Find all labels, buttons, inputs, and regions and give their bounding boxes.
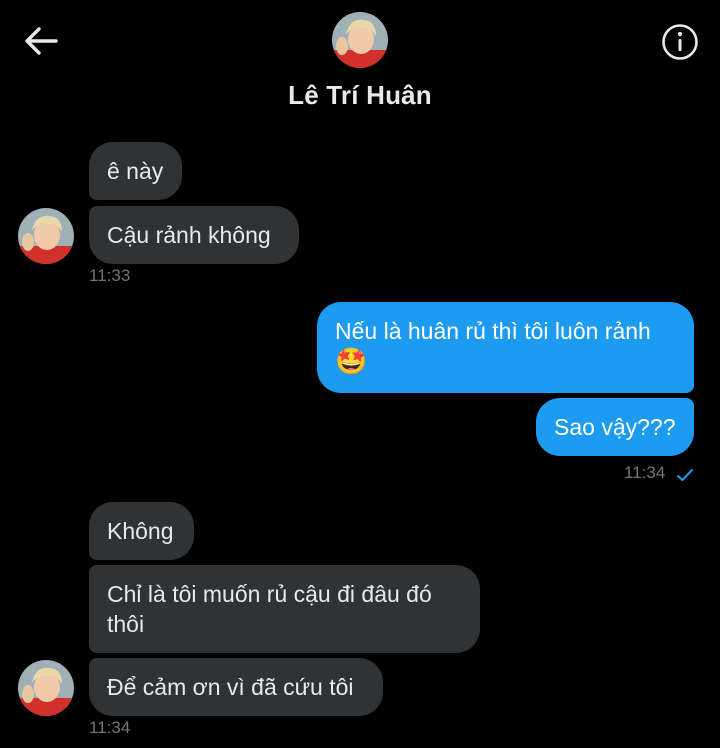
message-text: Để cảm ơn vì đã cứu tôi — [107, 674, 354, 700]
message-text-line: Chỉ là tôi muốn rủ cậu đi đâu đó — [107, 581, 432, 607]
incoming-message[interactable]: Không — [89, 502, 194, 560]
message-text: Sao vậy??? — [554, 414, 676, 440]
avatar-image — [18, 660, 74, 716]
message-timestamp: 11:34 — [89, 718, 131, 737]
avatar-image — [18, 208, 74, 264]
info-icon — [662, 24, 698, 60]
sender-avatar[interactable] — [18, 208, 74, 264]
message-timestamp: 11:33 — [89, 266, 131, 285]
outgoing-message[interactable]: Sao vậy??? — [536, 398, 694, 456]
message-text: Không — [107, 518, 174, 544]
message-text: ê này — [107, 158, 164, 184]
incoming-message[interactable]: ê này — [89, 142, 182, 200]
star-struck-emoji: 🤩 — [335, 346, 368, 376]
incoming-message[interactable]: Để cảm ơn vì đã cứu tôi — [89, 658, 383, 716]
avatar-image — [332, 12, 388, 68]
contact-avatar[interactable] — [332, 12, 388, 68]
incoming-message[interactable]: Chỉ là tôi muốn rủ cậu đi đâu đó thôi — [89, 565, 480, 653]
sender-avatar[interactable] — [18, 660, 74, 716]
incoming-message[interactable]: Cậu rảnh không — [89, 206, 299, 264]
arrow-left-icon — [25, 27, 58, 55]
check-icon — [677, 469, 693, 481]
contact-name: Lê Trí Huân — [288, 80, 432, 110]
message-timestamp: 11:34 — [624, 463, 666, 482]
conversation-info-button[interactable] — [660, 22, 700, 62]
conversation-header: Lê Trí Huân — [0, 0, 720, 130]
back-button[interactable] — [22, 24, 60, 58]
message-text: Cậu rảnh không — [107, 222, 271, 248]
message-text: Nếu là huân rủ thì tôi luôn rảnh — [335, 318, 651, 344]
outgoing-message[interactable]: Nếu là huân rủ thì tôi luôn rảnh 🤩 — [317, 302, 694, 393]
message-text-line: thôi — [107, 611, 145, 637]
